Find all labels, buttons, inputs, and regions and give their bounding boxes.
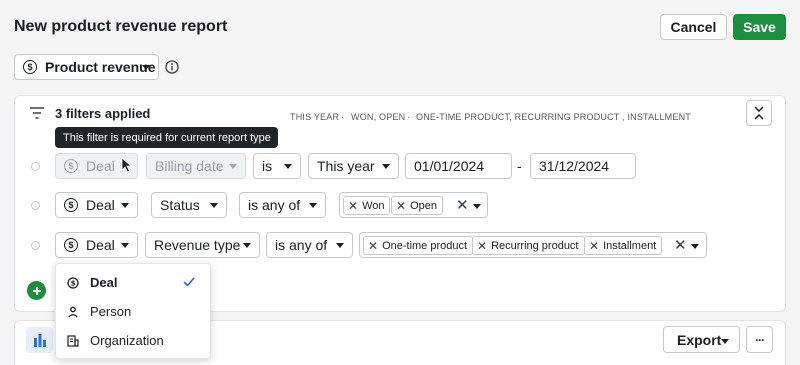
field-label: Billing date [155, 158, 224, 174]
row-marker [31, 241, 40, 250]
chevron-down-icon [210, 203, 218, 208]
report-type-dropdown[interactable]: $ Product revenue [14, 54, 159, 80]
chevron-down-icon [243, 243, 251, 248]
dollar-circle-icon: $ [64, 198, 78, 212]
export-button[interactable]: Export [663, 326, 740, 353]
add-filter-button[interactable] [27, 281, 46, 300]
chip-label: Won [362, 199, 385, 212]
filter-summary-status: WON, OPEN [351, 112, 406, 122]
remove-chip-icon[interactable]: ✕ [368, 239, 378, 253]
menu-item-deal[interactable]: $ Deal [56, 268, 212, 297]
page-title: New product revenue report [14, 18, 228, 35]
dollar-circle-icon: $ [64, 238, 78, 252]
filter-row-2-field[interactable]: Status [151, 192, 227, 218]
save-button[interactable]: Save [733, 14, 786, 40]
menu-item-organization[interactable]: Organization [56, 326, 212, 355]
date-range-separator: - [517, 158, 522, 174]
chevron-down-icon [229, 164, 237, 169]
field-label: Status [160, 197, 200, 213]
value-chip[interactable]: ✕ Won [343, 196, 391, 215]
entity-label: Deal [86, 158, 115, 174]
filter-row-2-entity[interactable]: $ Deal [55, 192, 138, 218]
value-chip[interactable]: ✕ Open [391, 196, 443, 215]
menu-item-label: Organization [90, 333, 164, 348]
chip-label: Recurring product [491, 239, 579, 252]
chevron-down-icon [121, 203, 129, 208]
value-chip[interactable]: ✕ Installment [584, 236, 663, 255]
collapse-filters-button[interactable] [746, 100, 772, 126]
more-icon: ··· [755, 332, 765, 347]
collapse-icon [754, 106, 764, 120]
chip-label: One-time product [382, 239, 468, 252]
entity-label: Deal [86, 197, 115, 213]
filter-row-1-field: Billing date [146, 153, 246, 179]
filter-summary-revenue-type: ONE-TIME PRODUCT, RECURRING PRODUCT , IN… [416, 112, 691, 122]
chip-label: Open [410, 199, 437, 212]
clear-values-icon[interactable]: ✕ [674, 236, 687, 254]
chevron-down-icon [382, 164, 390, 169]
remove-chip-icon[interactable]: ✕ [348, 199, 358, 213]
chevron-down-icon[interactable] [691, 244, 699, 249]
row-marker [31, 201, 40, 210]
chip-label: Installment [603, 239, 657, 252]
filter-summary-separator: · [341, 112, 345, 122]
filter-row-3-values[interactable]: ✕ One-time product ✕ Recurring product ✕… [359, 232, 707, 258]
menu-item-label: Person [90, 304, 132, 319]
operator-label: is [262, 158, 273, 174]
chart-type-button[interactable] [26, 327, 53, 353]
chevron-down-icon [142, 65, 150, 70]
chevron-down-icon [121, 243, 129, 248]
chevron-down-icon [336, 243, 344, 248]
operator-label: is any of [248, 197, 301, 213]
mouse-cursor-icon [121, 157, 132, 173]
value-chip[interactable]: ✕ Recurring product [472, 236, 585, 255]
chevron-down-icon [309, 203, 317, 208]
dollar-circle-icon: $ [64, 159, 78, 173]
value-chip[interactable]: ✕ One-time product [363, 236, 474, 255]
filter-summary-separator: · [407, 112, 411, 122]
chevron-down-icon[interactable] [473, 204, 481, 209]
cancel-button[interactable]: Cancel [660, 14, 727, 40]
chevron-down-icon [721, 339, 729, 344]
date-to-input[interactable]: 31/12/2024 [530, 153, 636, 179]
filter-icon[interactable] [29, 106, 45, 120]
entity-dropdown-menu: $ Deal Person Organization [55, 263, 211, 359]
operator-label: is any of [275, 237, 328, 253]
bar-chart-icon [33, 334, 46, 347]
person-icon [67, 306, 79, 318]
filter-row-2-operator[interactable]: is any of [239, 192, 326, 218]
dollar-circle-icon: $ [23, 60, 37, 74]
filters-count: 3 filters applied [55, 106, 151, 121]
plus-icon [32, 286, 41, 295]
report-type-label: Product revenue [45, 59, 156, 75]
menu-item-person[interactable]: Person [56, 297, 212, 326]
chevron-down-icon [284, 164, 292, 169]
more-options-button[interactable]: ··· [746, 326, 773, 353]
filter-row-3-entity[interactable]: $ Deal [55, 232, 138, 258]
entity-label: Deal [86, 237, 115, 253]
remove-chip-icon[interactable]: ✕ [477, 239, 487, 253]
date-from-input[interactable]: 01/01/2024 [405, 153, 512, 179]
value-label: This year [317, 158, 375, 174]
field-label: Revenue type [154, 237, 241, 253]
building-icon [67, 334, 79, 347]
export-label: Export [677, 331, 722, 348]
remove-chip-icon[interactable]: ✕ [589, 239, 599, 253]
filter-row-2-values[interactable]: ✕ Won ✕ Open ✕ [339, 192, 488, 218]
filter-row-3-field[interactable]: Revenue type [145, 232, 260, 258]
required-filter-tooltip: This filter is required for current repo… [55, 127, 278, 148]
filter-row-3-operator[interactable]: is any of [266, 232, 353, 258]
filter-row-1-value[interactable]: This year [308, 153, 399, 179]
info-icon[interactable] [165, 60, 179, 74]
row-marker [31, 162, 40, 171]
dollar-circle-icon: $ [67, 276, 79, 289]
clear-values-icon[interactable]: ✕ [456, 196, 469, 214]
menu-item-label: Deal [90, 275, 118, 290]
checkmark-icon [183, 277, 195, 287]
filter-row-1-operator[interactable]: is [253, 153, 301, 179]
filter-summary-date: THIS YEAR [290, 112, 340, 122]
remove-chip-icon[interactable]: ✕ [396, 199, 406, 213]
svg-text:$: $ [71, 279, 76, 287]
